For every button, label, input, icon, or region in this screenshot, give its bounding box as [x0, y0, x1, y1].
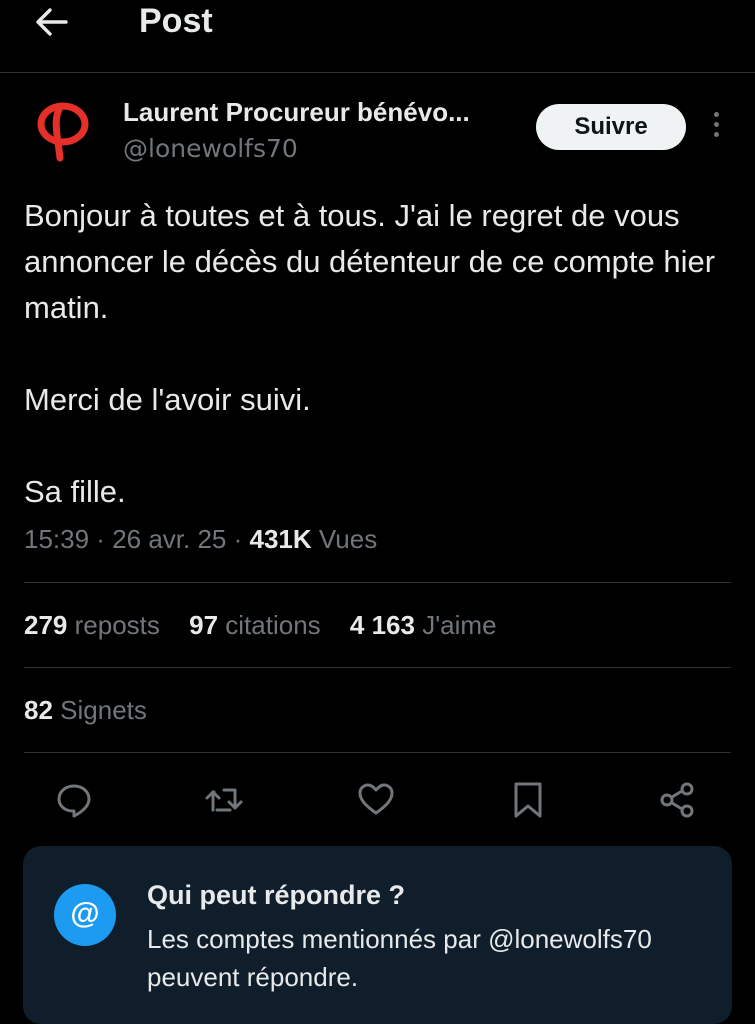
post-body: Bonjour à toutes et à tous. J'ai le regr… [24, 193, 724, 515]
likes-label: J'aime [422, 610, 497, 640]
bookmarks-stat[interactable]: 82 Signets [24, 695, 147, 725]
action-bar [0, 780, 755, 824]
reposts-stat[interactable]: 279 reposts [24, 610, 160, 640]
author-name[interactable]: Laurent Procureur bénévo... [123, 97, 470, 128]
divider [24, 752, 731, 753]
likes-count: 4 163 [349, 610, 415, 640]
bookmarks-label: Signets [60, 695, 147, 725]
author-handle[interactable]: @lonewolfs70 [123, 134, 298, 163]
likes-stat[interactable]: 4 163 J'aime [350, 610, 497, 640]
back-arrow-icon[interactable] [32, 2, 76, 42]
share-icon[interactable] [658, 780, 702, 824]
at-sign-icon: @ [54, 884, 116, 946]
bookmarks-count: 82 [24, 695, 53, 725]
quotes-count: 97 [189, 610, 219, 640]
reposts-count: 279 [24, 610, 68, 640]
post-meta: 15:39 · 26 avr. 25 · 431K Vues [24, 524, 378, 554]
bookmarks-stats: 82 Signets [24, 695, 169, 726]
bookmark-icon[interactable] [508, 780, 552, 824]
repost-icon[interactable] [204, 780, 248, 824]
like-icon[interactable] [356, 780, 400, 824]
page-title: Post [139, 2, 213, 40]
divider [24, 667, 731, 668]
follow-button[interactable]: Suivre [536, 104, 686, 150]
reposts-label: reposts [74, 610, 160, 640]
quotes-label: citations [225, 610, 321, 640]
views-label: Vues [318, 524, 378, 554]
reply-settings-title: Qui peut répondre ? [147, 880, 406, 910]
post-paragraph: Merci de l'avoir suivi. [24, 382, 311, 417]
views-count: 431K [249, 524, 312, 554]
reply-icon[interactable] [54, 780, 98, 824]
engagement-stats: 279 reposts 97 citations 4 163 J'aime [24, 610, 519, 641]
post-paragraph: Sa fille. [24, 474, 126, 509]
avatar[interactable] [34, 98, 92, 162]
quotes-stat[interactable]: 97 citations [189, 610, 321, 640]
more-options-icon[interactable] [704, 112, 728, 142]
reply-settings-description: Les comptes mentionnés par @lonewolfs70 … [147, 924, 652, 992]
post-date: 26 avr. 25 [112, 524, 227, 554]
views-stat[interactable]: 431K Vues [250, 524, 378, 554]
post-paragraph: Bonjour à toutes et à tous. J'ai le regr… [24, 198, 716, 325]
divider [24, 582, 731, 583]
post-time: 15:39 [24, 524, 90, 554]
top-bar: Post [0, 0, 755, 73]
